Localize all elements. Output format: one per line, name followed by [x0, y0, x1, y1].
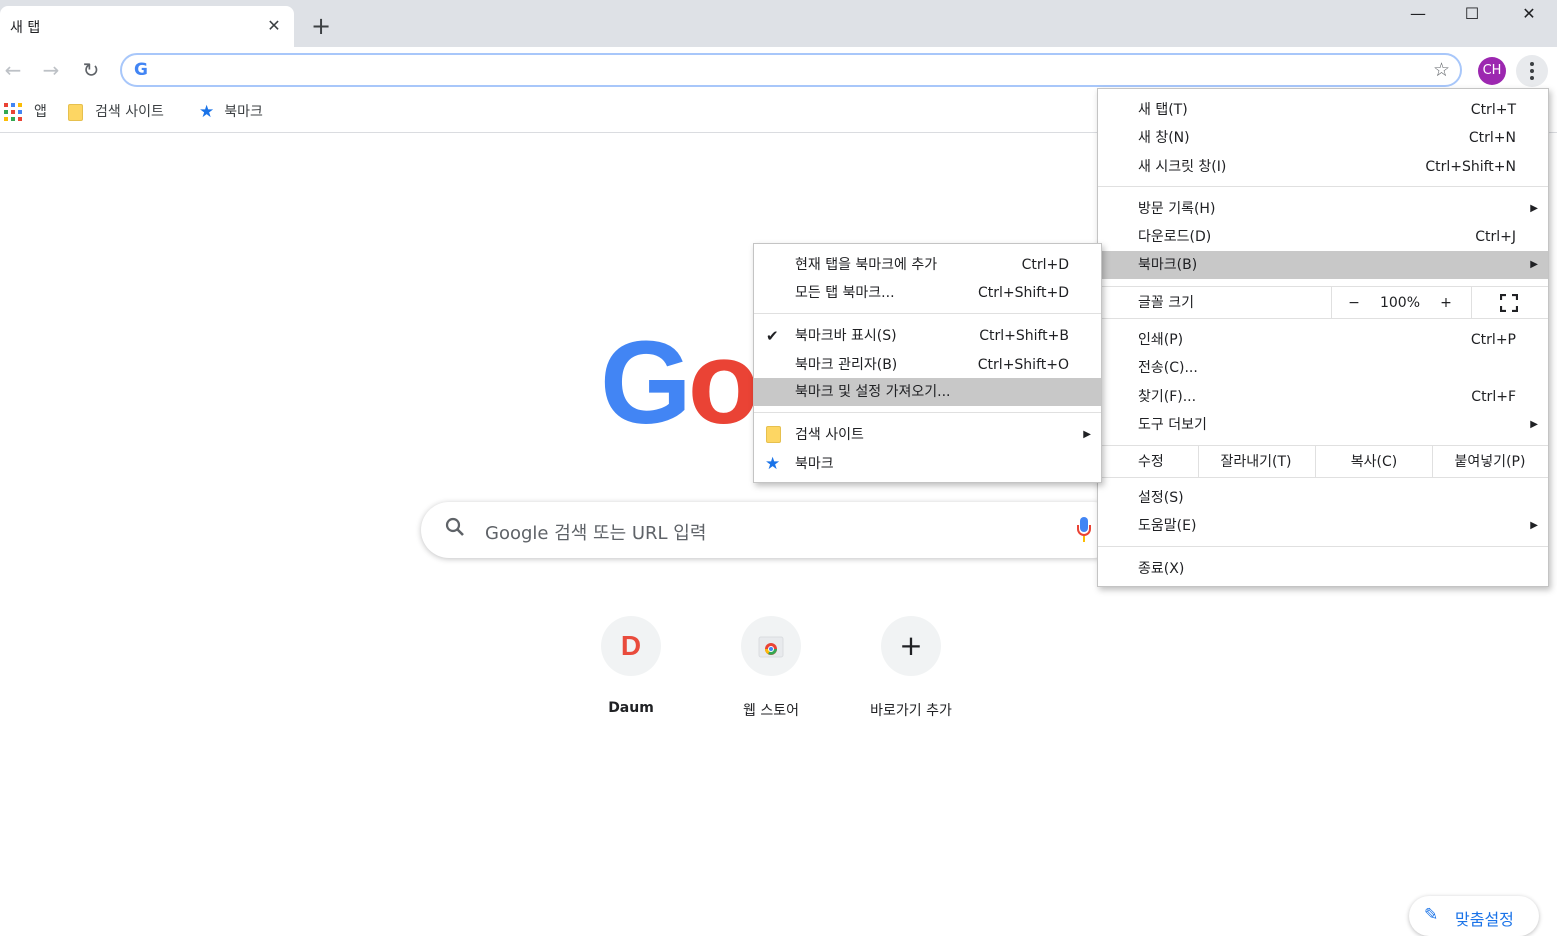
maximize-button[interactable]: ☐ — [1443, 0, 1501, 30]
new-tab-button[interactable]: + — [308, 13, 334, 39]
forward-icon[interactable]: → — [38, 57, 64, 83]
apps-grid-icon — [4, 103, 22, 121]
menu-item-history[interactable]: 방문 기록(H) ▶ — [1098, 195, 1548, 223]
folder-label: 검색 사이트 — [95, 104, 164, 120]
submenu-arrow-icon: ▶ — [1530, 419, 1538, 430]
customize-label: 맞춤설정 — [1455, 910, 1514, 929]
submenu-arrow-icon: ▶ — [1530, 259, 1538, 270]
submenu-arrow-icon: ▶ — [1083, 429, 1091, 440]
title-bar: 새 탭 ✕ + — ☐ ✕ — [0, 0, 1557, 47]
bookmark-folder-search-sites[interactable]: 검색 사이트 — [68, 101, 164, 123]
microphone-icon[interactable] — [1077, 517, 1091, 543]
menu-item-print[interactable]: 인쇄(P) Ctrl+P — [1098, 326, 1548, 354]
bookmarks-label: 북마크 — [224, 104, 263, 120]
folder-icon — [766, 426, 781, 443]
search-input[interactable]: Google 검색 또는 URL 입력 — [485, 519, 706, 545]
edit-row: 수정 잘라내기(T) 복사(C) 붙여넣기(P) — [1098, 446, 1548, 478]
menu-separator — [754, 412, 1101, 413]
menu-separator — [1098, 318, 1548, 319]
checkmark-icon: ✔ — [766, 327, 779, 345]
menu-item-import-bookmarks[interactable]: 북마크 및 설정 가져오기... — [754, 378, 1101, 406]
menu-item-show-bookmarks-bar[interactable]: ✔ 북마크바 표시(S) Ctrl+Shift+B — [754, 322, 1101, 350]
shortcut-add[interactable]: + 바로가기 추가 — [855, 614, 967, 726]
chrome-main-menu: 새 탭(T) Ctrl+T 새 창(N) Ctrl+N 새 시크릿 창(I) Ctrl… — [1097, 88, 1549, 587]
pencil-icon: ✎ — [1424, 905, 1439, 925]
menu-item-new-tab[interactable]: 새 탭(T) Ctrl+T — [1098, 96, 1548, 124]
menu-item-bookmark-manager[interactable]: 북마크 관리자(B) Ctrl+Shift+O — [754, 351, 1101, 379]
search-box[interactable]: Google 검색 또는 URL 입력 — [421, 502, 1121, 558]
submenu-arrow-icon: ▶ — [1530, 520, 1538, 531]
address-bar[interactable]: G ☆ — [120, 53, 1462, 87]
zoom-out-button[interactable]: − — [1338, 287, 1370, 319]
dot-icon — [1530, 69, 1534, 73]
shortcut-label: Daum — [608, 700, 654, 716]
shortcut-label: 웹 스토어 — [743, 703, 799, 719]
shortcut-icon-circle — [741, 616, 801, 676]
menu-item-incognito[interactable]: 새 시크릿 창(I) Ctrl+Shift+N — [1098, 153, 1548, 181]
cut-button[interactable]: 잘라내기(T) — [1202, 446, 1310, 478]
menu-item-cast[interactable]: 전송(C)... — [1098, 354, 1548, 382]
menu-item-downloads[interactable]: 다운로드(D) Ctrl+J — [1098, 223, 1548, 251]
close-window-button[interactable]: ✕ — [1500, 0, 1557, 30]
shortcut-icon-circle: + — [881, 616, 941, 676]
menu-item-folder-search-sites[interactable]: 검색 사이트 ▶ — [754, 421, 1101, 449]
copy-button[interactable]: 복사(C) — [1320, 446, 1428, 478]
submenu-arrow-icon: ▶ — [1530, 203, 1538, 214]
profile-avatar[interactable]: CH — [1478, 57, 1506, 85]
dot-icon — [1530, 62, 1534, 66]
shortcut-icon-circle: D — [601, 616, 661, 676]
zoom-row: 글꼴 크기 − 100% + — [1098, 287, 1548, 319]
search-icon — [445, 517, 465, 542]
shortcut-label: 바로가기 추가 — [870, 703, 952, 719]
zoom-in-button[interactable]: + — [1430, 287, 1462, 319]
google-g-icon: G — [134, 60, 148, 80]
apps-label: 앱 — [34, 104, 47, 120]
star-icon: ★ — [765, 454, 781, 474]
menu-separator — [1098, 477, 1548, 478]
bookmark-folder-bookmarks[interactable]: ★ 북마크 — [199, 101, 263, 123]
menu-item-find[interactable]: 찾기(F)... Ctrl+F — [1098, 383, 1548, 411]
menu-item-bookmark-all-tabs[interactable]: 모든 탭 북마크... Ctrl+Shift+D — [754, 279, 1101, 307]
tab-close-icon[interactable]: ✕ — [264, 16, 284, 36]
shortcut-daum[interactable]: D Daum — [575, 614, 687, 726]
menu-item-more-tools[interactable]: 도구 더보기 ▶ — [1098, 411, 1548, 439]
customize-button[interactable]: ✎ 맞춤설정 — [1409, 896, 1539, 936]
apps-shortcut[interactable]: 앱 — [4, 101, 47, 123]
menu-separator — [754, 313, 1101, 314]
menu-item-bookmarks[interactable]: 북마크(B) ▶ — [1098, 251, 1548, 279]
star-icon: ★ — [199, 102, 215, 122]
zoom-label: 글꼴 크기 — [1138, 295, 1194, 311]
edit-label: 수정 — [1138, 454, 1164, 470]
bookmarks-submenu: 현재 탭을 북마크에 추가 Ctrl+D 모든 탭 북마크... Ctrl+Shif… — [753, 243, 1102, 483]
menu-separator — [1098, 546, 1548, 547]
more-menu-button[interactable] — [1516, 55, 1548, 87]
tab-title: 새 탭 — [10, 20, 41, 36]
reload-icon[interactable]: ↻ — [78, 57, 104, 83]
menu-separator — [1098, 186, 1548, 187]
daum-icon: D — [620, 630, 642, 661]
dot-icon — [1530, 76, 1534, 80]
web-store-icon — [758, 634, 784, 658]
menu-item-help[interactable]: 도움말(E) ▶ — [1098, 512, 1548, 540]
plus-icon: + — [899, 629, 923, 662]
bookmark-star-icon[interactable]: ☆ — [1433, 59, 1450, 81]
menu-item-bookmark-this-tab[interactable]: 현재 탭을 북마크에 추가 Ctrl+D — [754, 251, 1101, 279]
paste-button[interactable]: 붙여넣기(P) — [1436, 446, 1544, 478]
menu-item-new-window[interactable]: 새 창(N) Ctrl+N — [1098, 124, 1548, 152]
menu-item-folder-bookmarks[interactable]: ★ 북마크 — [754, 450, 1101, 478]
toolbar: ← → ↻ G ☆ CH — [0, 47, 1557, 93]
fullscreen-icon[interactable] — [1494, 287, 1524, 319]
google-logo: Go — [600, 317, 760, 449]
folder-icon — [68, 103, 83, 121]
menu-item-settings[interactable]: 설정(S) — [1098, 484, 1548, 512]
shortcut-web-store[interactable]: 웹 스토어 — [715, 614, 827, 726]
tab-new-tab[interactable]: 새 탭 ✕ — [0, 6, 294, 47]
minimize-button[interactable]: — — [1389, 0, 1447, 30]
back-icon[interactable]: ← — [0, 57, 26, 83]
menu-item-exit[interactable]: 종료(X) — [1098, 555, 1548, 583]
zoom-level: 100% — [1379, 295, 1421, 311]
